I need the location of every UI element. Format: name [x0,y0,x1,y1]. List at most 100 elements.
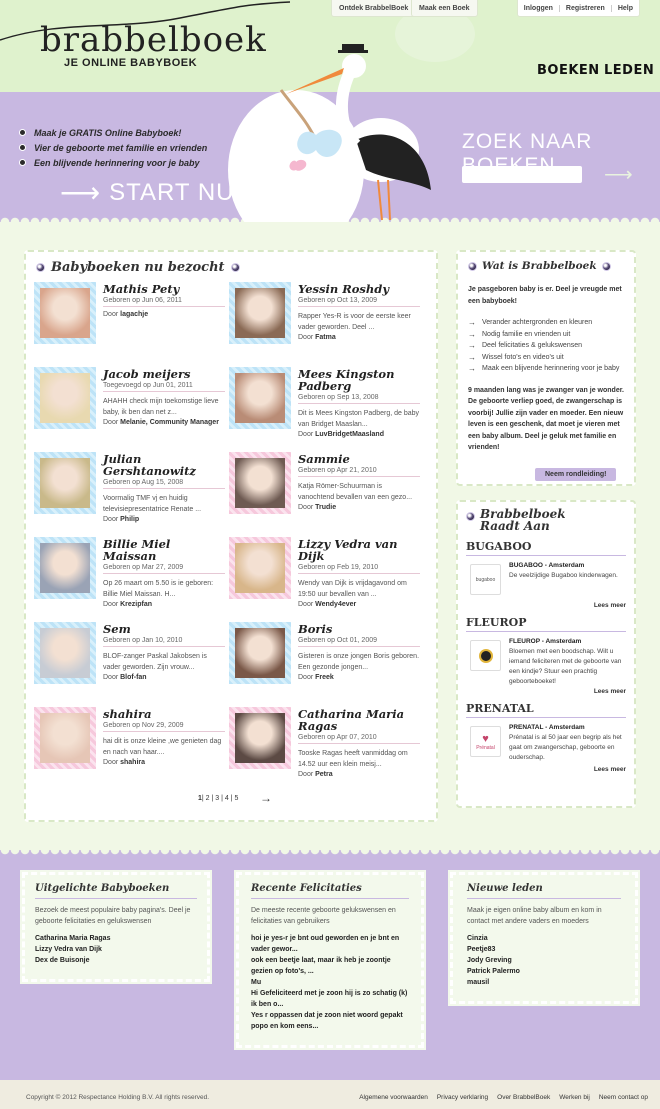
congrats-link[interactable]: ook een beetje laat, maar ik heb je zoon… [251,955,409,977]
congrats-link[interactable]: Hi Gefeliciteerd met je zoon hij is zo s… [251,988,409,1010]
book-name[interactable]: Yessin Roshdy [298,283,420,295]
book-author: Door Krezipfan [103,601,153,608]
register-link[interactable]: Registreren [558,4,611,12]
congrats-link[interactable]: Yes r oppassen dat je zoon niet woord ge… [251,1010,409,1032]
fleurop-logo[interactable] [470,640,501,671]
recent-book-item[interactable]: shahira Geboren op Nov 29, 2009 hai dit is… [34,707,225,785]
book-name[interactable]: Lizzy Vedra van Dijk [298,538,420,562]
read-more-link[interactable]: Lees meer [594,688,626,695]
book-description: hai dit is onze kleine ,we genieten dag … [103,738,222,756]
brand-heading: BUGABOO [466,540,626,556]
baby-photo-frame[interactable] [229,367,291,429]
page-links[interactable]: | 2 | 3 | 4 | 5 [202,795,238,802]
prenatal-logo[interactable]: ♥ Prénatal [470,726,501,757]
login-link[interactable]: Inloggen [518,5,559,12]
book-name[interactable]: shahira [103,708,225,720]
baby-photo [40,288,90,338]
book-info: Catharina Maria Ragas Geboren op Apr 07, … [298,708,420,778]
book-description: Voormalig TMF vj en huidig televisiepres… [103,495,202,513]
book-info: Sem Geboren op Jan 10, 2010 BLOF-zanger Pa… [103,623,225,681]
featured-book-link[interactable]: Catharina Maria Ragas [35,933,197,944]
baby-photo-frame[interactable] [34,707,96,769]
book-name[interactable]: Mathis Pety [103,283,225,295]
arrow-right-icon: ⟶ [60,177,102,208]
jobs-link[interactable]: Werken bij [559,1094,590,1101]
baby-photo-frame[interactable] [34,367,96,429]
bugaboo-logo[interactable]: bugaboo [470,564,501,595]
baby-photo-frame[interactable] [34,282,96,344]
book-name[interactable]: Jacob meijers [103,368,225,380]
featured-book-link[interactable]: Dex de Buisonje [35,955,197,966]
read-more-link[interactable]: Lees meer [594,766,626,773]
recent-book-item[interactable]: Yessin Roshdy Geboren op Oct 13, 2009 Rapp… [229,282,420,360]
recent-book-item[interactable]: Lizzy Vedra van Dijk Geboren op Feb 19, 2… [229,537,420,615]
baby-photo [40,543,90,593]
congrats-link[interactable]: Mu [251,977,409,988]
book-author: Door Trudie [298,504,337,511]
recent-book-item[interactable]: Catharina Maria Ragas Geboren op Apr 07, … [229,707,420,785]
recent-book-item[interactable]: Julian Gershtanowitz Geboren op Aug 15, 2… [34,452,225,530]
recent-book-item[interactable]: Sem Geboren op Jan 10, 2010 BLOF-zanger Pa… [34,622,225,700]
book-name[interactable]: Catharina Maria Ragas [298,708,420,732]
congrats-link[interactable]: hoi je yes-r je bnt oud geworden en je b… [251,933,409,955]
next-page-icon[interactable]: → [260,791,272,805]
book-author: Door Fatma [298,334,336,341]
book-date: Geboren op Oct 01, 2009 [298,637,420,647]
baby-photo-frame[interactable] [34,452,96,514]
arrow-right-icon: → [468,352,476,362]
baby-photo-frame[interactable] [34,537,96,599]
recent-book-item[interactable]: Boris Geboren op Oct 01, 2009 Gisteren is … [229,622,420,700]
baby-photo-frame[interactable] [229,707,291,769]
brand-prenatal: PRENATAL ♥ Prénatal PRENATAL - Amsterdam P… [466,702,626,784]
wat-is-body: 9 maanden lang was je zwanger van je won… [468,386,624,452]
featured-books-box: Uitgelichte Babyboeken Bezoek de meest p… [20,870,212,984]
book-description: AHAHH check mijn toekomstige lieve baby,… [103,398,219,416]
recent-book-item[interactable]: Billie Miel Maissan Geboren op Mar 27, 20… [34,537,225,615]
help-link[interactable]: Help [610,4,639,12]
baby-photo [235,288,285,338]
terms-link[interactable]: Algemene voorwaarden [359,1094,428,1101]
recent-book-item[interactable]: Jacob meijers Toegevoegd op Jun 01, 2011 A… [34,367,225,445]
book-name[interactable]: Mees Kingston Padberg [298,368,420,392]
baby-photo-frame[interactable] [229,282,291,344]
privacy-link[interactable]: Privacy verklaring [437,1094,488,1101]
arrow-right-icon: → [468,318,476,328]
tab-maak-een-boek[interactable]: Maak een Boek [411,0,478,17]
new-members-intro: Maak je eigen online baby album en kom i… [467,907,602,925]
nav-boeken[interactable]: BOEKEN [537,63,600,78]
nav-leden[interactable]: LEDEN [604,63,654,78]
baby-photo [40,628,90,678]
member-link[interactable]: mausil [467,977,621,988]
book-name[interactable]: Sem [103,623,225,635]
start-now-button[interactable]: ⟶ START NU! [60,176,242,209]
about-link[interactable]: Over BrabbelBoek [497,1094,550,1101]
baby-photo-frame[interactable] [229,537,291,599]
contact-link[interactable]: Neem contact op [599,1094,648,1101]
baby-photo-frame[interactable] [34,622,96,684]
search-input[interactable] [462,166,582,183]
bullet-icon [36,263,45,272]
tour-button[interactable]: Neem rondleiding! [535,468,617,481]
book-name[interactable]: Billie Miel Maissan [103,538,225,562]
featured-book-link[interactable]: Lizzy Vedra van Dijk [35,944,197,955]
tab-ontdek-brabbelboek[interactable]: Ontdek BrabbelBoek [331,0,417,17]
member-link[interactable]: Patrick Palermo [467,966,621,977]
wat-is-panel: Wat is Brabbelboek Je pasgeboren baby is… [456,250,636,486]
search-submit-icon[interactable]: ⟶ [604,162,633,187]
book-author: Door Philip [103,516,140,523]
book-name[interactable]: Sammie [298,453,420,465]
pagination[interactable]: 1| 2 | 3 | 4 | 5 [198,795,238,802]
wat-is-intro: Je pasgeboren baby is er. Deel je vreugd… [468,286,622,305]
wat-is-point: → Deel felicitaties & gelukswensen [468,341,582,351]
recent-book-item[interactable]: Mathis Pety Geboren op Jun 06, 2011 Door l… [34,282,225,360]
member-link[interactable]: Jody Greving [467,955,621,966]
recent-book-item[interactable]: Sammie Geboren op Apr 21, 2010 Katja Römer… [229,452,420,530]
baby-photo-frame[interactable] [229,452,291,514]
member-link[interactable]: Peetje83 [467,944,621,955]
baby-photo-frame[interactable] [229,622,291,684]
recent-book-item[interactable]: Mees Kingston Padberg Geboren op Sep 13, … [229,367,420,445]
book-name[interactable]: Boris [298,623,420,635]
member-link[interactable]: Cinzia [467,933,621,944]
read-more-link[interactable]: Lees meer [594,602,626,609]
book-name[interactable]: Julian Gershtanowitz [103,453,225,477]
